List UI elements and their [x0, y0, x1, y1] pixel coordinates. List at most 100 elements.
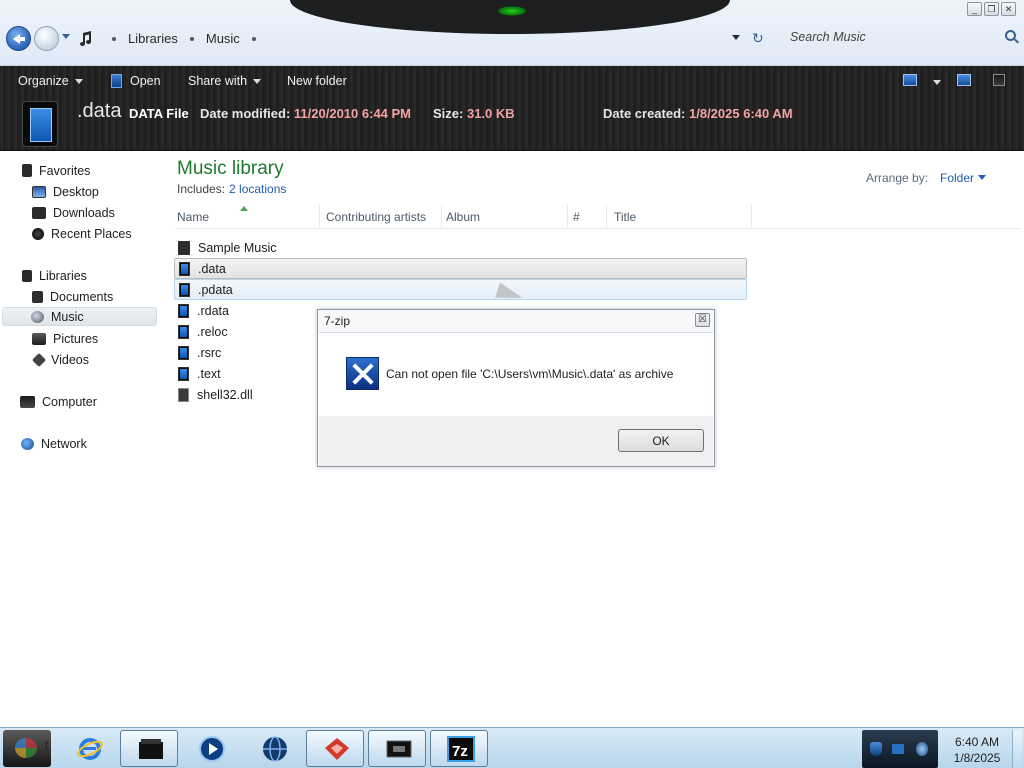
nav-music[interactable]: Music: [2, 307, 157, 326]
clock-date: 1/8/2025: [953, 751, 1001, 765]
column-name[interactable]: Name: [175, 205, 320, 229]
change-view-icon[interactable]: [903, 74, 917, 86]
chevron-down-icon: [253, 78, 262, 88]
detail-date-modified: Date modified: 11/20/2010 6:44 PM: [200, 106, 411, 121]
taskbar-media-player[interactable]: [181, 730, 239, 767]
arrange-by-label: Arrange by:: [866, 171, 929, 185]
breadcrumb-separator: [189, 36, 194, 41]
view-options-dropdown[interactable]: [933, 80, 941, 89]
favorites-star-icon: [22, 164, 32, 177]
network-tray-icon[interactable]: [892, 744, 904, 754]
security-shield-icon[interactable]: [870, 742, 882, 756]
file-icon: [179, 282, 190, 297]
address-bar[interactable]: Libraries Music: [78, 27, 770, 50]
date-modified-value[interactable]: 11/20/2010 6:44 PM: [294, 106, 411, 121]
title-address-bar: _ ❐ ✕ Libraries Music ↻ Search Music: [0, 0, 1024, 66]
file-icon: [178, 366, 189, 381]
restore-button[interactable]: ❐: [984, 2, 999, 16]
dialog-titlebar[interactable]: 7-zip ☒: [318, 310, 714, 332]
taskbar-globe-app[interactable]: [244, 730, 302, 767]
back-button[interactable]: [6, 26, 31, 51]
nav-videos[interactable]: Videos: [31, 350, 89, 369]
column-album[interactable]: Album: [444, 205, 568, 229]
search-icon[interactable]: [1005, 30, 1016, 41]
breadcrumb-libraries[interactable]: Libraries: [128, 31, 178, 46]
clock[interactable]: 6:40 AM 1/8/2025: [942, 734, 1012, 766]
close-button[interactable]: ✕: [1001, 2, 1016, 16]
nav-libraries[interactable]: Libraries: [22, 266, 87, 285]
nav-documents[interactable]: Documents: [32, 287, 113, 306]
column-title[interactable]: Title: [612, 205, 752, 229]
taskbar-tools-app[interactable]: [306, 730, 364, 767]
nav-label: Videos: [51, 352, 89, 367]
svg-text:7z: 7z: [452, 743, 468, 760]
organize-button[interactable]: Organize: [18, 74, 83, 88]
libraries-icon: [22, 269, 32, 282]
desktop-icon: [32, 185, 46, 198]
search-box[interactable]: Search Music: [782, 27, 1022, 50]
file-name: .data: [198, 261, 226, 276]
nav-label: Favorites: [39, 163, 91, 178]
taskbar-7zip[interactable]: 7z: [430, 730, 488, 767]
file-row[interactable]: Sample Music: [174, 237, 747, 258]
nav-network[interactable]: Network: [21, 434, 87, 453]
show-desktop-button[interactable]: [1012, 730, 1022, 768]
date-modified-label: Date modified:: [200, 106, 291, 121]
nav-pictures[interactable]: Pictures: [32, 329, 98, 348]
locations-link[interactable]: 2 locations: [229, 182, 286, 196]
taskbar-internet-explorer[interactable]: [59, 730, 117, 767]
chevron-down-icon[interactable]: [978, 175, 986, 184]
nav-label: Desktop: [53, 184, 99, 199]
file-name: .text: [197, 366, 221, 381]
nav-recent-places[interactable]: Recent Places: [32, 224, 132, 243]
nav-label: Downloads: [53, 205, 115, 220]
file-row-selected[interactable]: .data: [174, 258, 747, 279]
taskbar-command-window[interactable]: [368, 730, 426, 767]
arrange-by-dropdown[interactable]: Folder: [940, 171, 974, 185]
new-folder-button[interactable]: New folder: [287, 74, 347, 88]
nav-label: Pictures: [53, 331, 99, 346]
volume-icon[interactable]: [916, 742, 928, 756]
file-name: .reloc: [197, 324, 228, 339]
share-with-button[interactable]: Share with: [188, 74, 262, 88]
nav-desktop[interactable]: Desktop: [32, 182, 99, 201]
column-header: Name Contributing artists Album # Title: [175, 205, 1020, 229]
dialog-body: Can not open file 'C:\Users\vm\Music\.da…: [319, 332, 713, 416]
nav-label: Computer: [42, 394, 97, 409]
dialog-close-button[interactable]: ☒: [695, 313, 710, 327]
ok-button[interactable]: OK: [618, 429, 704, 452]
detail-size: Size: 31.0 KB: [433, 106, 515, 121]
tools-app-icon: [325, 738, 349, 760]
column-number[interactable]: #: [571, 205, 607, 229]
nav-computer[interactable]: Computer: [20, 392, 97, 411]
breadcrumb-separator[interactable]: [251, 36, 256, 41]
start-button[interactable]: [3, 730, 51, 767]
search-input[interactable]: Search Music: [790, 30, 866, 44]
taskbar-windows-explorer[interactable]: [120, 730, 178, 767]
breadcrumb-music[interactable]: Music: [206, 31, 240, 46]
minimize-button[interactable]: _: [967, 2, 982, 16]
dialog-footer: OK: [319, 416, 713, 466]
help-icon[interactable]: [993, 74, 1005, 86]
forward-button[interactable]: [34, 26, 59, 51]
file-row-hover[interactable]: .pdata: [174, 279, 747, 300]
open-label: Open: [130, 74, 161, 88]
breadcrumb-separator: [112, 36, 116, 41]
column-contributing-artists[interactable]: Contributing artists: [324, 205, 442, 229]
computer-icon: [20, 395, 35, 408]
network-icon: [21, 437, 34, 450]
file-name: shell32.dll: [197, 387, 253, 402]
tray-icons: [862, 730, 938, 768]
refresh-icon[interactable]: ↻: [752, 30, 764, 47]
error-icon: [346, 357, 379, 390]
preview-pane-icon[interactable]: [957, 74, 971, 86]
7zip-icon: 7z: [447, 736, 475, 762]
date-created-value[interactable]: 1/8/2025 6:40 AM: [689, 106, 793, 121]
clock-time: 6:40 AM: [954, 735, 1000, 749]
recent-pages-dropdown[interactable]: [62, 34, 70, 43]
nav-favorites[interactable]: Favorites: [22, 161, 90, 180]
open-button[interactable]: Open: [111, 74, 161, 88]
dialog-message: Can not open file 'C:\Users\vm\Music\.da…: [386, 367, 674, 381]
nav-downloads[interactable]: Downloads: [32, 203, 115, 222]
address-dropdown-icon[interactable]: [732, 35, 740, 44]
